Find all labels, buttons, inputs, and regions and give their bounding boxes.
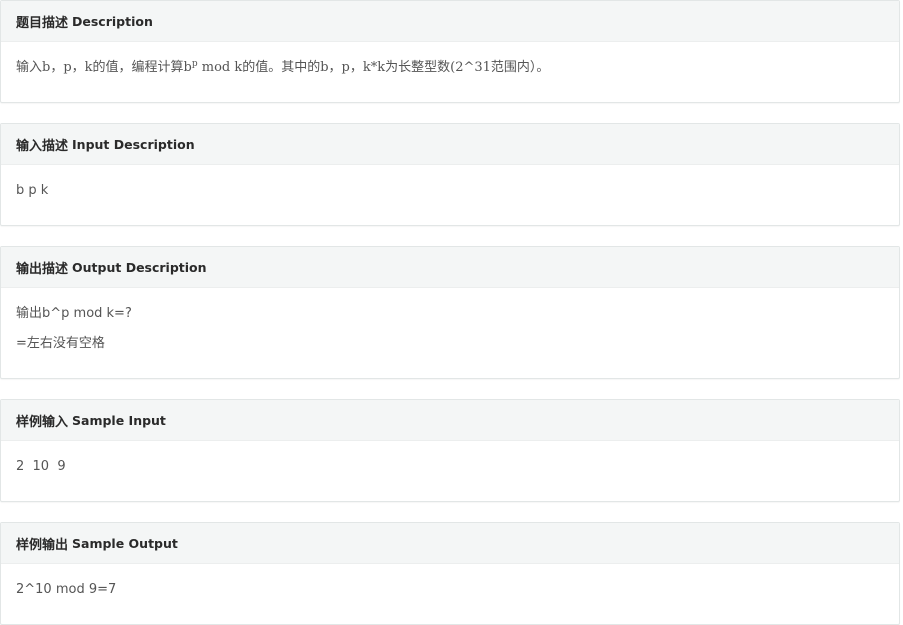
input-description-text: b p k [16,183,49,198]
output-description-panel: 输出描述 Output Description 输出b^p mod k=? =左… [0,246,900,379]
description-title-cn: 题目描述 [16,15,69,31]
sample-input-body: 2 10 9 [1,458,899,476]
description-text: 输入b，p，k的值，编程计算bp mod k的值。其中的b，p，k*k为长整型数… [16,59,884,77]
input-description-heading: 输入描述 Input Description [1,124,899,165]
output-description-heading: 输出描述 Output Description [1,247,899,288]
sample-output-body: 2^10 mod 9=7 [1,581,899,599]
sample-input-heading: 样例输入 Sample Input [1,400,899,441]
output-description-title-en: Output Description [72,259,207,275]
sample-output-panel: 样例输出 Sample Output 2^10 mod 9=7 [0,522,900,625]
sample-output-title-cn: 样例输出 [16,537,69,553]
description-text-rest: mod k的值。其中的b，p，k*k为长整型数(2^31范围内）。 [197,60,550,75]
description-text-main: 输入b，p，k的值，编程计算b [16,60,192,75]
description-title-en: Description [72,13,153,29]
input-description-title-en: Input Description [72,136,195,152]
sample-output-title-en: Sample Output [72,535,178,551]
input-description-panel: 输入描述 Input Description b p k [0,123,900,226]
output-description-body: 输出b^p mod k=? =左右没有空格 [1,305,899,353]
input-description-title-cn: 输入描述 [16,138,69,154]
sample-output-text: 2^10 mod 9=7 [16,582,117,597]
sample-input-title-en: Sample Input [72,412,166,428]
description-panel: 题目描述 Description 输入b，p，k的值，编程计算bp mod k的… [0,0,900,103]
sample-input-title-cn: 样例输入 [16,414,69,430]
sample-input-text: 2 10 9 [16,459,66,474]
description-heading: 题目描述 Description [1,1,899,42]
output-description-line-2: =左右没有空格 [16,336,105,351]
input-description-body: b p k [1,182,899,200]
sample-output-heading: 样例输出 Sample Output [1,523,899,564]
output-description-title-cn: 输出描述 [16,261,69,277]
output-description-line-1: 输出b^p mod k=? [16,306,132,321]
description-body: 输入b，p，k的值，编程计算bp mod k的值。其中的b，p，k*k为长整型数… [1,59,899,77]
sample-input-panel: 样例输入 Sample Input 2 10 9 [0,399,900,502]
